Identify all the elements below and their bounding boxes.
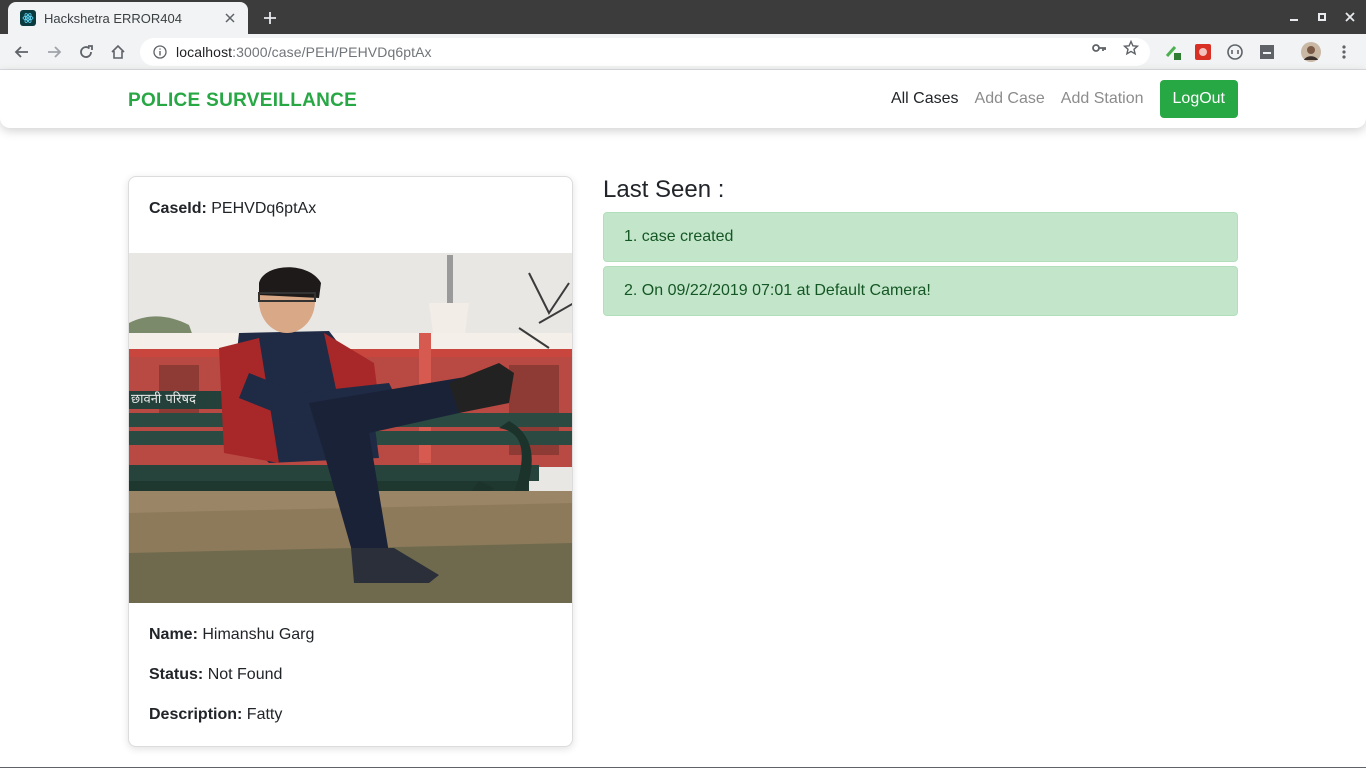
react-favicon-icon	[20, 10, 36, 26]
browser-tab[interactable]: Hackshetra ERROR404	[8, 2, 248, 34]
last-seen-item: 1. case created	[603, 212, 1238, 262]
case-id-value: PEHVDq6ptAx	[211, 200, 317, 217]
forward-arrow-icon[interactable]	[40, 38, 68, 66]
description-field: Description: Fatty	[149, 706, 282, 724]
star-icon[interactable]	[1121, 38, 1141, 58]
info-icon[interactable]	[152, 44, 168, 60]
description-label: Description:	[149, 706, 243, 723]
address-bar[interactable]: localhost:3000/case/PEH/PEHVDq6ptAx	[140, 38, 1150, 66]
status-field: Status: Not Found	[149, 666, 282, 684]
case-card: CaseId: PEHVDq6ptAx छावनी परिषद Name: Hi…	[128, 176, 573, 747]
case-id-label: CaseId:	[149, 200, 207, 217]
home-icon[interactable]	[104, 38, 132, 66]
reload-icon[interactable]	[72, 38, 100, 66]
url-host: localhost	[176, 44, 233, 60]
nav-add-station[interactable]: Add Station	[1061, 90, 1144, 108]
url-path: :3000/case/PEH/PEHVDq6ptAx	[232, 44, 432, 60]
description-value: Fatty	[246, 706, 283, 723]
plus-icon[interactable]	[256, 4, 284, 32]
extension-icon[interactable]	[1163, 42, 1183, 62]
nav-add-case[interactable]: Add Case	[975, 90, 1045, 108]
status-value: Not Found	[207, 666, 283, 683]
status-label: Status:	[149, 666, 204, 683]
browser-toolbar: localhost:3000/case/PEH/PEHVDq6ptAx	[0, 34, 1366, 70]
tab-title: Hackshetra ERROR404	[44, 10, 182, 26]
nav-links: All Cases Add Case Add Station LogOut	[891, 80, 1238, 118]
last-seen-item: 2. On 09/22/2019 07:01 at Default Camera…	[603, 266, 1238, 316]
logout-button[interactable]: LogOut	[1159, 80, 1238, 118]
name-value: Himanshu Garg	[202, 626, 315, 643]
extension-icon[interactable]	[1193, 42, 1213, 62]
name-field: Name: Himanshu Garg	[149, 626, 314, 644]
app-navbar: POLICE SURVEILLANCE All Cases Add Case A…	[0, 70, 1366, 128]
key-icon[interactable]	[1089, 38, 1109, 58]
url-text: localhost:3000/case/PEH/PEHVDq6ptAx	[176, 44, 432, 60]
photo-sign-text: छावनी परिषद	[131, 391, 197, 407]
case-id-field: CaseId: PEHVDq6ptAx	[149, 200, 316, 218]
window-close-icon[interactable]	[1336, 0, 1364, 34]
back-arrow-icon[interactable]	[8, 38, 36, 66]
extension-icon[interactable]	[1225, 42, 1245, 62]
kebab-menu-icon[interactable]	[1334, 42, 1354, 62]
profile-avatar-icon[interactable]	[1301, 42, 1321, 62]
name-label: Name:	[149, 626, 198, 643]
last-seen-heading: Last Seen :	[603, 176, 725, 203]
brand-logo-text[interactable]: POLICE SURVEILLANCE	[128, 90, 357, 112]
extension-icon[interactable]	[1257, 42, 1277, 62]
maximize-icon[interactable]	[1308, 0, 1336, 34]
browser-tab-strip: Hackshetra ERROR404	[0, 0, 1366, 34]
nav-all-cases[interactable]: All Cases	[891, 90, 959, 108]
minimize-icon[interactable]	[1280, 0, 1308, 34]
person-photo: छावनी परिषद	[129, 253, 572, 603]
close-icon[interactable]	[222, 10, 238, 26]
